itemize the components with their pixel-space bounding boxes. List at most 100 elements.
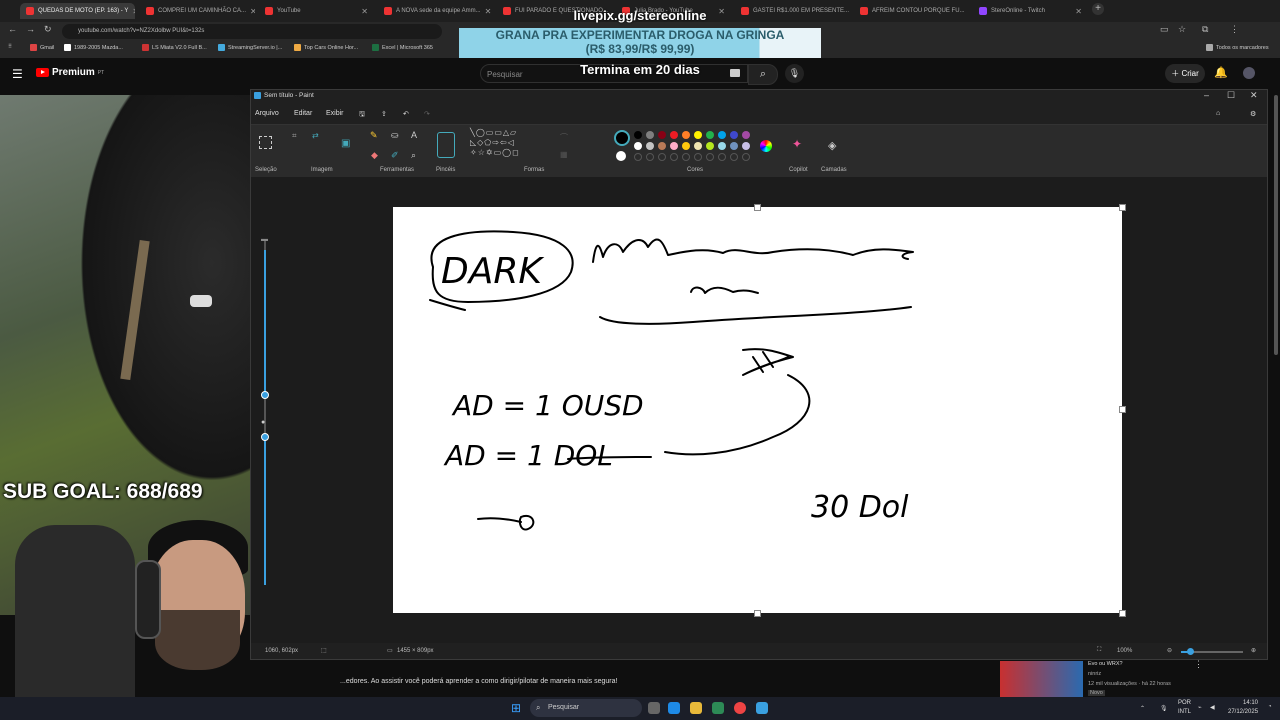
search-button[interactable]: ⌕: [748, 64, 778, 85]
bookmark-item[interactable]: 1989-2005 Mazda...: [64, 44, 123, 51]
network-icon[interactable]: ⌁: [1198, 704, 1202, 711]
hamburger-menu-icon[interactable]: ☰: [12, 67, 23, 81]
close-tab-icon[interactable]: ✕: [250, 7, 255, 16]
bookmark-item[interactable]: LS Miata V2.0 Full B...: [142, 44, 207, 51]
back-icon[interactable]: ←: [8, 24, 17, 34]
fit-to-window-icon[interactable]: ⛶: [1097, 647, 1101, 654]
primary-color-swatch[interactable]: [614, 130, 630, 146]
color-swatch[interactable]: [730, 142, 738, 150]
fill-shape-icon[interactable]: ▦: [560, 150, 568, 159]
close-tab-icon[interactable]: ✕: [485, 7, 492, 16]
color-swatch[interactable]: [706, 142, 714, 150]
crop-icon[interactable]: ⌗: [292, 131, 297, 141]
menu-arquivo[interactable]: Arquivo: [255, 110, 279, 117]
color-swatch[interactable]: [634, 142, 642, 150]
all-bookmarks[interactable]: Todos os marcadores: [1206, 44, 1269, 51]
forward-icon[interactable]: →: [26, 24, 35, 34]
recommended-channel[interactable]: ninriz: [1088, 671, 1101, 677]
clock-time[interactable]: 14:10: [1243, 700, 1258, 706]
notifications-bell-icon[interactable]: 🔔: [1214, 66, 1228, 79]
paint-taskbar-icon[interactable]: [756, 702, 768, 714]
browser-tab[interactable]: QUEDAS DE MOTO (EP. 163) - Y✕: [20, 3, 135, 19]
clock-date[interactable]: 27/12/2025: [1228, 709, 1258, 715]
share-icon[interactable]: ⇪: [381, 110, 387, 118]
redo-icon[interactable]: ↷: [424, 110, 430, 118]
apps-icon[interactable]: ⠿: [8, 44, 12, 50]
resize-handle[interactable]: [754, 610, 761, 617]
bookmark-item[interactable]: Gmail: [30, 44, 54, 51]
color-swatch[interactable]: [742, 142, 750, 150]
close-tab-icon[interactable]: ✕: [1075, 7, 1082, 16]
create-button[interactable]: ＋ Criar: [1165, 64, 1205, 83]
color-swatch[interactable]: [670, 131, 678, 139]
eraser-icon[interactable]: ◆: [371, 150, 378, 161]
menu-icon[interactable]: ⋮: [1230, 24, 1239, 35]
color-swatch[interactable]: [706, 131, 714, 139]
recommended-title[interactable]: Evo ou WRX?: [1088, 661, 1123, 667]
save-icon[interactable]: 🖫: [359, 110, 365, 121]
empty-color-slot[interactable]: [646, 153, 654, 161]
store-icon[interactable]: [712, 702, 724, 714]
menu-editar[interactable]: Editar: [294, 110, 312, 117]
url-input[interactable]: youtube.com/watch?v=NZ2Xdolbw PUI&t=132s: [62, 24, 442, 39]
bookmark-star-icon[interactable]: ☆: [1178, 24, 1186, 35]
extensions-icon[interactable]: ⧉: [1202, 24, 1208, 35]
zoom-out-icon[interactable]: ⊖: [1167, 647, 1172, 654]
layers-icon[interactable]: ◈: [828, 139, 836, 152]
color-picker-icon[interactable]: ✐: [391, 150, 399, 161]
taskbar-search[interactable]: Pesquisar: [530, 699, 642, 717]
close-window-icon[interactable]: ✕: [1250, 90, 1258, 101]
selection-icon[interactable]: [259, 136, 272, 149]
recommended-thumbnail[interactable]: [1000, 661, 1083, 697]
microphone-tray-icon[interactable]: 🎙: [1160, 705, 1168, 712]
close-tab-icon[interactable]: ✕: [132, 7, 135, 16]
zoom-slider-knob[interactable]: [1187, 648, 1194, 655]
resize-icon[interactable]: ⇄: [312, 131, 319, 140]
zoom-in-icon[interactable]: ⊕: [1251, 647, 1256, 654]
color-swatch[interactable]: [742, 131, 750, 139]
share-comment-icon[interactable]: ⌂: [1216, 110, 1220, 117]
color-swatch[interactable]: [658, 142, 666, 150]
color-swatch[interactable]: [694, 142, 702, 150]
edit-colors-icon[interactable]: [760, 140, 772, 152]
volume-icon[interactable]: ◀: [1210, 704, 1215, 711]
file-explorer-icon[interactable]: [690, 702, 702, 714]
empty-color-slot[interactable]: [658, 153, 666, 161]
browser-tab[interactable]: StereOnline - Twitch ✕: [973, 3, 1088, 19]
empty-color-slot[interactable]: [694, 153, 702, 161]
color-swatch[interactable]: [682, 142, 690, 150]
avatar[interactable]: [1243, 67, 1255, 79]
shapes-gallery-icon[interactable]: ╲◯▭▭△▱ ◺◇⬠⇨⇦◁ ✧☆✡▭◯◻: [470, 128, 548, 158]
menu-exibir[interactable]: Exibir: [326, 110, 344, 117]
minimize-icon[interactable]: –: [1204, 90, 1209, 100]
language-indicator[interactable]: POR: [1178, 700, 1191, 706]
empty-color-slot[interactable]: [730, 153, 738, 161]
reload-icon[interactable]: ↻: [44, 24, 52, 35]
undo-icon[interactable]: ↶: [403, 110, 409, 118]
voice-search-button[interactable]: 🎙: [785, 64, 804, 83]
close-tab-icon[interactable]: ✕: [361, 7, 368, 16]
secondary-color-swatch[interactable]: [616, 151, 626, 161]
windows-start-icon[interactable]: ⊞: [511, 701, 525, 715]
empty-color-slot[interactable]: [670, 153, 678, 161]
zoom-level[interactable]: 100%: [1117, 648, 1132, 654]
color-swatch[interactable]: [718, 131, 726, 139]
color-swatch[interactable]: [646, 131, 654, 139]
maximize-icon[interactable]: ☐: [1227, 90, 1235, 101]
keyboard-icon[interactable]: [730, 69, 740, 77]
empty-color-slot[interactable]: [718, 153, 726, 161]
magnifier-icon[interactable]: ⌕: [411, 150, 416, 161]
bookmark-item[interactable]: Excel | Microsoft 365: [372, 44, 433, 51]
resize-handle[interactable]: [1119, 406, 1126, 413]
color-swatch[interactable]: [646, 142, 654, 150]
fill-icon[interactable]: ⛀: [391, 130, 399, 141]
empty-color-slot[interactable]: [682, 153, 690, 161]
pencil-icon[interactable]: ✎: [370, 130, 378, 141]
browser-tab[interactable]: GASTEI R$1.000 EM PRESENTE...✕: [735, 3, 850, 19]
color-swatch[interactable]: [718, 142, 726, 150]
color-swatch[interactable]: [634, 131, 642, 139]
chrome-icon[interactable]: [734, 702, 746, 714]
color-swatch[interactable]: [670, 142, 678, 150]
color-swatch[interactable]: [682, 131, 690, 139]
bookmark-item[interactable]: Top Cars Online Hor...: [294, 44, 358, 51]
